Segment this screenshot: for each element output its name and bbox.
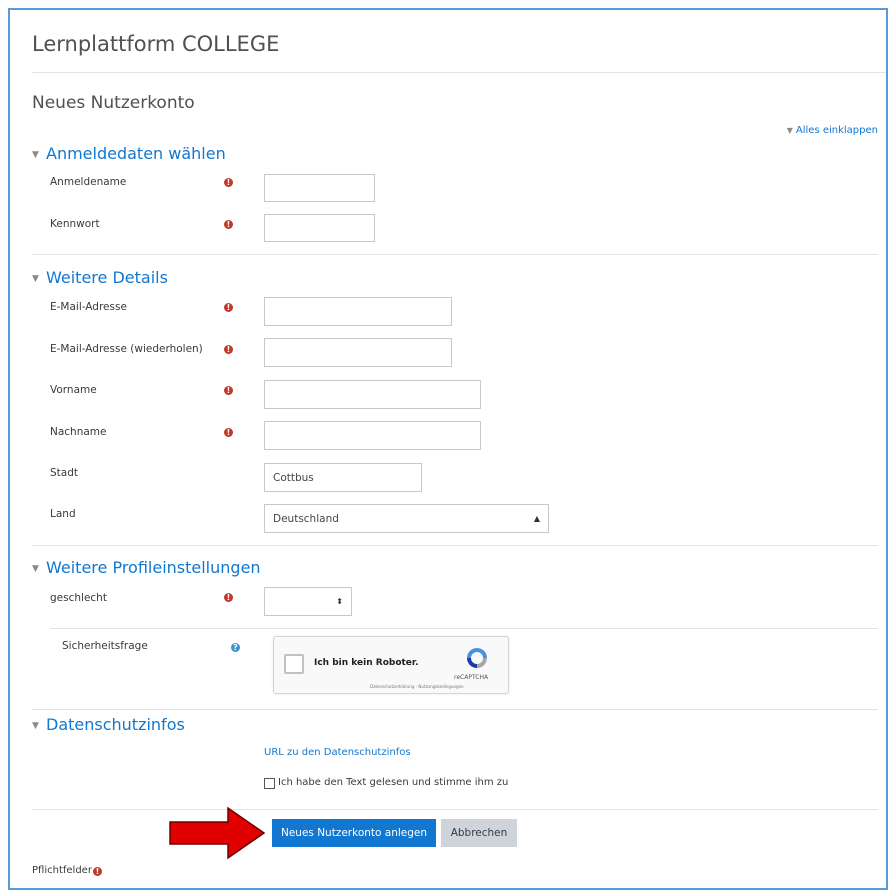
triangle-down-icon: ▼ <box>786 126 793 135</box>
recaptcha-label: Ich bin kein Roboter. <box>314 658 419 668</box>
create-account-button[interactable]: Neues Nutzerkonto anlegen <box>272 819 436 847</box>
recaptcha-checkbox[interactable] <box>284 654 304 674</box>
required-icon: ! <box>224 178 233 187</box>
triangle-down-icon: ▼ <box>32 564 39 574</box>
divider <box>32 254 878 255</box>
browser-frame: Lernplattform COLLEGE Neues Nutzerkonto … <box>8 8 888 890</box>
required-icon: ! <box>92 867 102 876</box>
section-header-profile[interactable]: ▼ Weitere Profileinstellungen <box>32 558 261 577</box>
required-icon: ! <box>224 220 233 229</box>
username-label: Anmeldename <box>50 176 127 188</box>
divider <box>32 545 878 546</box>
section-header-details[interactable]: ▼ Weitere Details <box>32 268 168 287</box>
city-label: Stadt <box>50 467 78 479</box>
collapse-all-link[interactable]: ▼ Alles einklappen <box>787 125 878 136</box>
password-label: Kennwort <box>50 218 100 230</box>
required-fields-note: Pflichtfelder! <box>32 865 102 876</box>
help-icon[interactable]: ? <box>231 643 240 652</box>
privacy-url-link[interactable]: URL zu den Datenschutzinfos <box>264 747 411 758</box>
country-select-value: Deutschland <box>273 512 339 525</box>
select-arrows-icon: ▲ <box>533 514 540 523</box>
required-icon: ! <box>224 428 233 437</box>
required-icon: ! <box>224 303 233 312</box>
divider <box>32 709 878 710</box>
triangle-down-icon: ▼ <box>32 150 39 160</box>
page-title: Neues Nutzerkonto <box>32 93 195 113</box>
triangle-down-icon: ▼ <box>32 274 39 284</box>
gender-label: geschlecht <box>50 592 107 604</box>
city-input[interactable] <box>264 463 422 492</box>
recaptcha-links[interactable]: Datenschutzerklärung - Nutzungsbedingung… <box>370 684 464 689</box>
lastname-label: Nachname <box>50 426 107 438</box>
email-input[interactable] <box>264 297 452 326</box>
red-arrow-icon <box>169 806 266 860</box>
divider <box>32 72 886 73</box>
email-repeat-input[interactable] <box>264 338 452 367</box>
divider <box>50 628 878 629</box>
recaptcha-logo-icon <box>467 648 487 668</box>
divider <box>32 809 878 810</box>
triangle-down-icon: ▼ <box>32 721 39 731</box>
privacy-agree-label: Ich habe den Text gelesen und stimme ihm… <box>278 777 509 788</box>
country-select[interactable]: Deutschland ▲ <box>264 504 549 533</box>
required-icon: ! <box>224 593 233 602</box>
section-header-login[interactable]: ▼ Anmeldedaten wählen <box>32 144 226 163</box>
security-question-label: Sicherheitsfrage <box>62 640 148 652</box>
email-repeat-label: E-Mail-Adresse (wiederholen) <box>50 343 203 355</box>
section-header-privacy[interactable]: ▼ Datenschutzinfos <box>32 715 185 734</box>
password-input[interactable] <box>264 214 375 242</box>
required-icon: ! <box>224 345 233 354</box>
firstname-input[interactable] <box>264 380 481 409</box>
site-title: Lernplattform COLLEGE <box>32 32 280 56</box>
recaptcha-brand: reCAPTCHA <box>454 674 489 681</box>
select-arrows-icon: ⬍ <box>336 597 343 606</box>
lastname-input[interactable] <box>264 421 481 450</box>
cancel-button[interactable]: Abbrechen <box>441 819 517 847</box>
gender-select[interactable]: ⬍ <box>264 587 352 616</box>
email-label: E-Mail-Adresse <box>50 301 127 313</box>
country-label: Land <box>50 508 76 520</box>
required-icon: ! <box>224 386 233 395</box>
firstname-label: Vorname <box>50 384 97 396</box>
username-input[interactable] <box>264 174 375 202</box>
recaptcha-widget: Ich bin kein Roboter. reCAPTCHA Datensch… <box>273 636 509 694</box>
privacy-agree-checkbox[interactable] <box>264 778 275 789</box>
